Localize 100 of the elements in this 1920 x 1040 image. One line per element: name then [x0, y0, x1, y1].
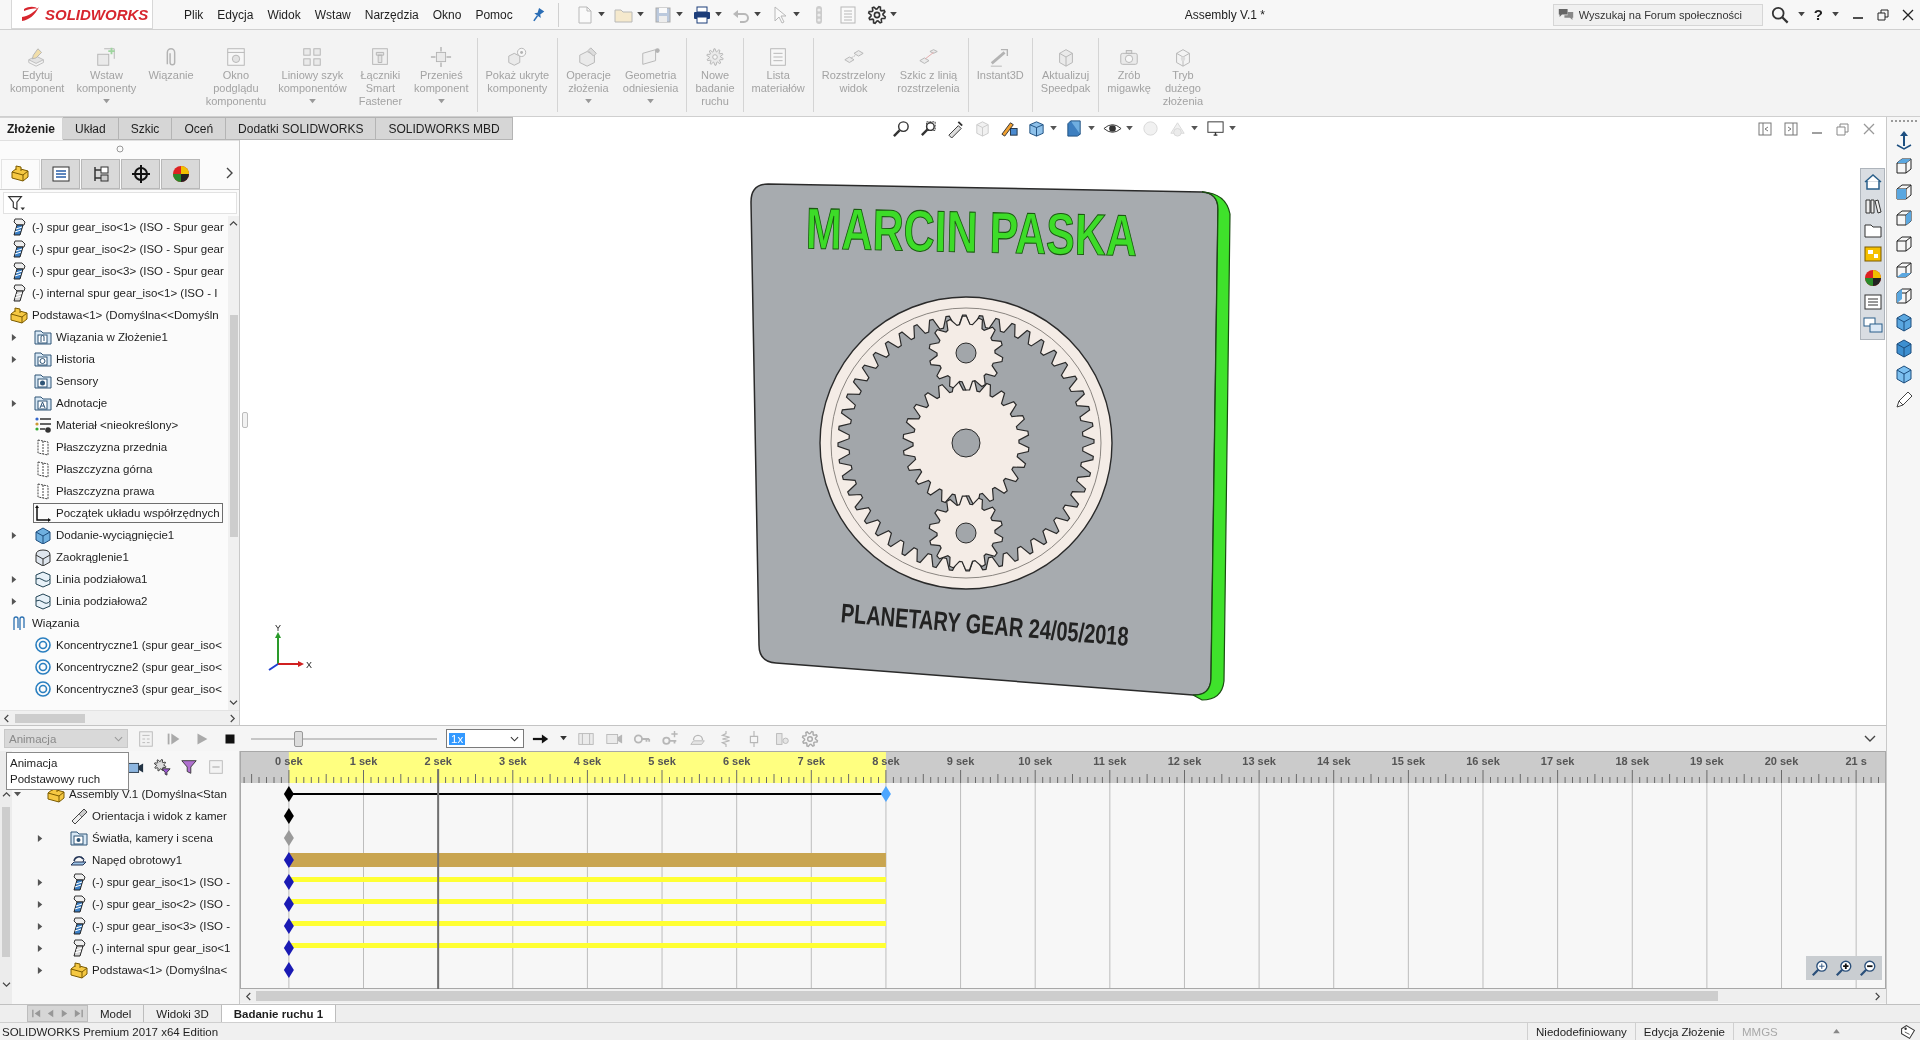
chat-bubbles-icon[interactable] [1862, 316, 1883, 336]
chevron-right-icon[interactable] [1874, 991, 1881, 1001]
chevron-left-icon[interactable] [245, 991, 252, 1001]
tree-item[interactable]: Sensory [33, 371, 102, 391]
tree-item[interactable]: Linia podziałowa2 [33, 591, 151, 611]
ribbon-tab[interactable]: Szkic [118, 117, 173, 140]
tree-item[interactable]: Koncentryczne1 (spur gear_iso< [33, 635, 225, 655]
chevron-right-icon[interactable] [11, 530, 18, 540]
keyframe-marker[interactable] [283, 962, 294, 978]
keyframe-marker[interactable] [283, 852, 294, 868]
panel-left-icon[interactable] [1758, 121, 1772, 136]
caret-icon[interactable] [889, 12, 897, 17]
tree-item[interactable]: Orientacja i widok z kamer [69, 806, 230, 826]
caret-icon[interactable] [1228, 126, 1236, 131]
color-ball-icon[interactable] [1862, 268, 1883, 288]
help-button[interactable]: ? [1813, 6, 1823, 23]
cube-icon[interactable] [1893, 364, 1914, 384]
keyframe-marker[interactable] [283, 874, 294, 890]
list-icon[interactable] [1862, 292, 1883, 312]
filter-field[interactable] [3, 192, 237, 214]
magnifier-icon[interactable] [891, 119, 911, 138]
tree-item[interactable]: Płaszczyzna prawa [33, 481, 158, 501]
chevron-right-icon[interactable] [225, 167, 233, 179]
caret-icon[interactable] [1049, 126, 1057, 131]
keyframe-marker[interactable] [283, 808, 294, 824]
tree-item[interactable]: Adnotacje [33, 393, 111, 413]
caret-icon[interactable] [560, 736, 567, 741]
tree-item[interactable]: Początek układu współrzędnych [33, 503, 223, 523]
tree-item[interactable]: (-) spur gear_iso<3> (ISO - Spur gear [9, 261, 227, 281]
menu-item[interactable]: Okno [425, 3, 469, 26]
menu-item[interactable]: Edycja [210, 3, 261, 26]
chevron-down-icon[interactable] [1, 981, 11, 988]
chevron-right-icon[interactable] [37, 921, 44, 931]
printer-icon[interactable] [691, 4, 712, 25]
tree-item[interactable]: (-) spur gear_iso<1> (ISO - Spur gear [9, 217, 227, 237]
ribbon-tab[interactable]: Oceń [172, 117, 227, 140]
gear-funnel-icon[interactable] [153, 758, 171, 776]
scrollbar-thumb[interactable] [256, 991, 1718, 1001]
panel-tab[interactable] [121, 159, 160, 189]
scrollbar-thumb[interactable] [15, 713, 85, 723]
tree-item[interactable]: Linia podziałowa1 [33, 569, 151, 589]
tree-item[interactable]: Wiązania [9, 613, 83, 633]
tag-icon[interactable] [1900, 1023, 1916, 1040]
scrollbar-thumb[interactable] [2, 807, 10, 957]
caret-icon[interactable] [714, 12, 722, 17]
cube-icon[interactable] [1893, 338, 1914, 358]
keyframe-marker[interactable] [283, 896, 294, 912]
panel-right-icon[interactable] [1784, 121, 1798, 136]
close-icon[interactable] [1902, 8, 1914, 21]
tree-item[interactable]: (-) spur gear_iso<1> (ISO - [69, 872, 234, 892]
cube-outline-icon[interactable] [1893, 182, 1914, 202]
books-icon[interactable] [1862, 196, 1883, 216]
ribbon-tab[interactable]: Złożenie [0, 117, 63, 140]
menu-item[interactable]: Wstaw [307, 3, 358, 26]
tree-item[interactable]: Płaszczyzna przednia [33, 437, 171, 457]
scrollbar[interactable] [240, 989, 1886, 1003]
cube-outline-icon[interactable] [1893, 260, 1914, 280]
ribbon-tab[interactable]: Układ [63, 117, 119, 140]
logo-panel[interactable]: SOLIDWORKS [11, 0, 153, 29]
scrollbar-thumb[interactable] [230, 315, 238, 537]
scrollbar[interactable] [228, 216, 239, 710]
chevron-right-icon[interactable] [11, 596, 18, 606]
magnifier-box-icon[interactable] [918, 119, 938, 138]
tree-item[interactable]: Światła, kamery i scena [69, 828, 216, 848]
zoom-fit-icon[interactable] [1811, 959, 1829, 977]
ribbon-tab[interactable]: Dodatki SOLIDWORKS [226, 117, 377, 140]
chevron-right-icon[interactable] [229, 713, 236, 723]
home-icon[interactable] [1862, 172, 1883, 192]
search-icon[interactable] [1770, 5, 1789, 24]
scrollbar[interactable] [0, 710, 239, 725]
keyframe-marker[interactable] [283, 940, 294, 956]
cube-outline-icon[interactable] [1893, 156, 1914, 176]
chevron-right-icon[interactable] [11, 574, 18, 584]
tree-item[interactable]: Materiał <nieokreślony> [33, 415, 182, 435]
tree-item[interactable]: Podstawa<1> (Domyślna<<Domyśln [9, 305, 222, 325]
search-field[interactable]: Wyszukaj na Forum społeczności [1552, 3, 1763, 26]
menu-item[interactable]: Pomoc [468, 3, 520, 26]
cube-icon[interactable] [1893, 312, 1914, 332]
chevron-down-icon[interactable] [1864, 734, 1876, 743]
caret-icon[interactable] [1797, 12, 1805, 17]
restore-icon[interactable] [1877, 8, 1889, 21]
tree-item[interactable]: Płaszczyzna górna [33, 459, 156, 479]
tree-item[interactable]: (-) internal spur gear_iso<1> (ISO - I [9, 283, 221, 303]
tree-item[interactable]: Zaokrąglenie1 [33, 547, 132, 567]
tree-item[interactable]: Dodanie-wyciągnięcie1 [33, 525, 178, 545]
settings-icon[interactable] [866, 4, 887, 25]
playback-slider-track[interactable] [251, 729, 437, 748]
chevron-right-icon[interactable] [37, 877, 44, 887]
chevron-right-icon[interactable] [37, 943, 44, 953]
tree-item[interactable]: (-) spur gear_iso<2> (ISO - Spur gear [9, 239, 227, 259]
chevron-right-icon[interactable] [11, 354, 18, 364]
tree-item[interactable]: Podstawa<1> (Domyślna< [69, 960, 231, 980]
tree-item[interactable]: (-) spur gear_iso<2> (ISO - [69, 894, 234, 914]
keyframe-marker[interactable] [880, 786, 891, 802]
menu-item[interactable]: Widok [260, 3, 308, 26]
ribbon-tab[interactable]: SOLIDWORKS MBD [376, 117, 513, 140]
monitor-icon[interactable] [1205, 119, 1225, 138]
chevron-up-icon[interactable] [1, 791, 11, 798]
scrollbar[interactable] [0, 751, 12, 1004]
pencil-square-icon[interactable] [999, 119, 1019, 138]
